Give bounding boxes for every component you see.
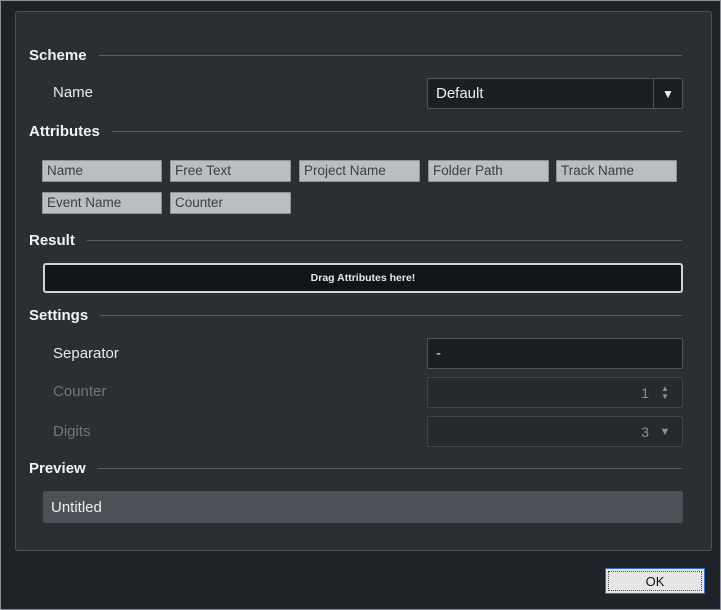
section-scheme: Scheme — [29, 46, 682, 64]
section-divider — [111, 130, 682, 132]
separator-label: Separator — [53, 345, 119, 362]
spin-down-icon[interactable]: ▼ — [661, 392, 669, 401]
section-title-preview: Preview — [29, 459, 86, 477]
section-result: Result — [29, 231, 682, 249]
section-attributes: Attributes — [29, 122, 682, 140]
separator-value: - — [436, 345, 441, 362]
stepper-arrows[interactable]: ▲ ▼ — [657, 384, 673, 401]
attribute-chip-folder-path[interactable]: Folder Path — [428, 160, 549, 182]
attribute-chip-free-text[interactable]: Free Text — [170, 160, 291, 182]
digits-value: 3 — [641, 423, 649, 440]
section-divider — [98, 54, 682, 56]
section-divider — [86, 239, 682, 241]
section-title-attributes: Attributes — [29, 122, 100, 140]
ok-button[interactable]: OK — [605, 568, 705, 594]
attribute-chip-event-name[interactable]: Event Name — [42, 192, 162, 214]
ok-button-label: OK — [645, 573, 665, 589]
section-divider — [100, 314, 682, 316]
digits-dropdown[interactable]: 3 ▼ — [427, 416, 683, 447]
section-preview: Preview — [29, 459, 682, 477]
section-divider — [97, 467, 682, 469]
attribute-chip-counter[interactable]: Counter — [170, 192, 291, 214]
section-title-result: Result — [29, 231, 75, 249]
attribute-chip-track-name[interactable]: Track Name — [556, 160, 677, 182]
counter-stepper[interactable]: 1 ▲ ▼ — [427, 377, 683, 408]
attribute-chip-name[interactable]: Name — [42, 160, 162, 182]
section-title-settings: Settings — [29, 306, 89, 324]
scheme-name-value: Default — [436, 85, 484, 102]
counter-label: Counter — [53, 383, 107, 400]
section-title-scheme: Scheme — [29, 46, 87, 64]
counter-value: 1 — [641, 384, 649, 401]
scheme-name-label: Name — [53, 84, 94, 101]
drop-hint-text: Drag Attributes here! — [310, 272, 416, 284]
digits-label: Digits — [53, 423, 91, 440]
result-drop-zone[interactable]: Drag Attributes here! — [43, 263, 683, 293]
preview-value: Untitled — [51, 498, 102, 516]
scheme-name-dropdown[interactable]: Default ▼ — [427, 78, 683, 109]
chevron-down-icon: ▼ — [659, 425, 671, 438]
section-settings: Settings — [29, 306, 682, 324]
attribute-chip-project-name[interactable]: Project Name — [299, 160, 420, 182]
preview-field: Untitled — [43, 491, 683, 523]
separator-input[interactable]: - — [427, 338, 683, 369]
dialog-window: Scheme Name Default ▼ Attributes Name Fr… — [0, 0, 721, 610]
chevron-down-icon: ▼ — [653, 79, 682, 108]
